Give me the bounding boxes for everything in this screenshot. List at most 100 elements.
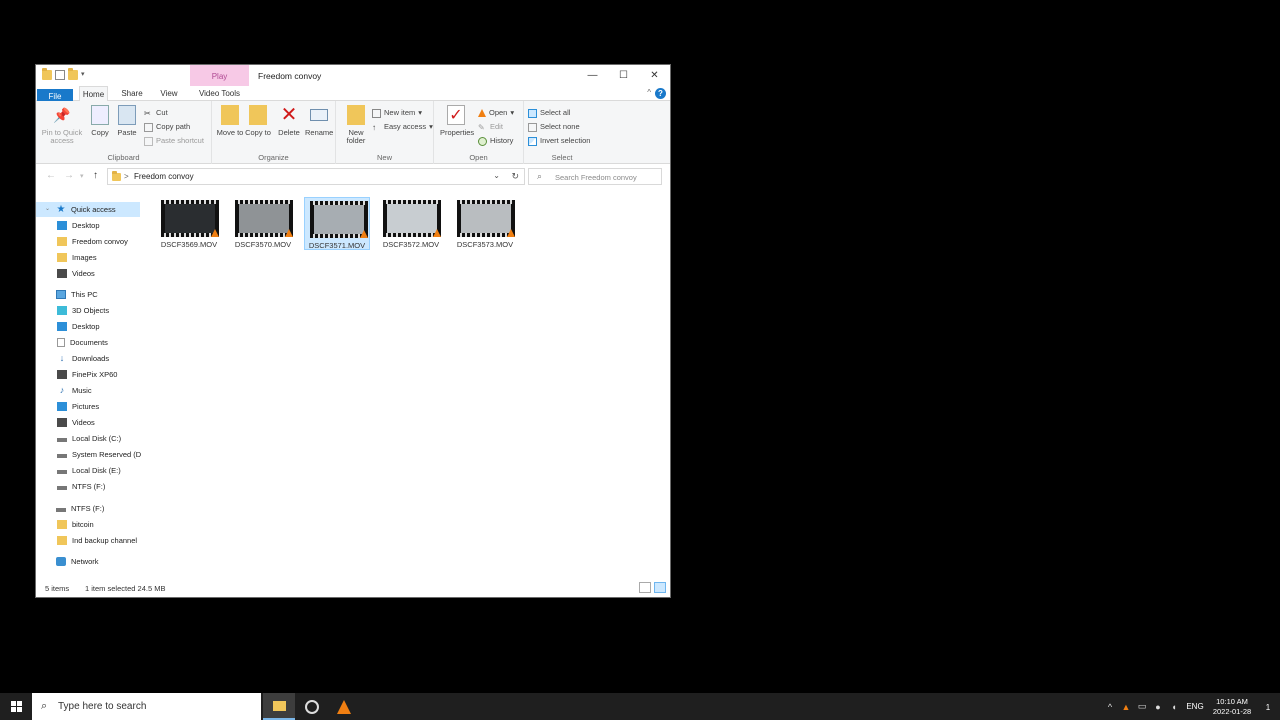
file-item[interactable]: DSCF3572.MOV xyxy=(378,197,444,250)
sidebar-item-bitcoin[interactable]: bitcoin xyxy=(57,517,94,532)
recent-dropdown-icon[interactable]: ▾ xyxy=(80,172,84,180)
back-arrow-icon[interactable]: ← xyxy=(46,170,56,181)
address-bar[interactable]: > Freedom convoy ⌄ ↻ xyxy=(107,168,525,185)
sidebar-item-desktop[interactable]: Desktop xyxy=(57,218,100,233)
delete-button[interactable]: ✕ Delete xyxy=(275,105,303,137)
sidebar-item-music[interactable]: ♪ Music xyxy=(57,383,92,398)
sidebar-item-downloads[interactable]: ↓ Downloads xyxy=(57,351,109,366)
tab-video-tools[interactable]: Video Tools xyxy=(190,86,249,101)
properties-icon[interactable] xyxy=(55,70,65,80)
taskbar-search[interactable]: ⌕ Type here to search xyxy=(32,693,261,720)
copy-path-button[interactable]: Copy path xyxy=(144,121,190,133)
pin-to-quick-access-button[interactable]: 📌 Pin to Quick access xyxy=(41,105,83,145)
select-all-button[interactable]: Select all xyxy=(528,107,570,119)
clock[interactable]: 10:10 AM 2022-01-28 xyxy=(1208,697,1256,717)
paste-button[interactable]: Paste xyxy=(113,105,141,137)
taskbar-vlc[interactable] xyxy=(328,693,360,720)
sidebar-item-images[interactable]: Images xyxy=(57,250,97,265)
drive-icon xyxy=(57,486,67,490)
sidebar-item-label: Desktop xyxy=(72,221,100,230)
move-to-button[interactable]: Move to xyxy=(216,105,244,137)
sidebar-item-label: This PC xyxy=(71,290,98,299)
select-none-button[interactable]: Select none xyxy=(528,121,580,133)
taskbar-search-input[interactable]: Type here to search xyxy=(58,701,146,712)
rename-button[interactable]: Rename xyxy=(305,105,333,137)
language-indicator[interactable]: ENG xyxy=(1182,702,1208,711)
collapse-ribbon-icon[interactable]: ^ xyxy=(647,88,651,97)
sidebar-item-ntfs-f[interactable]: NTFS (F:) xyxy=(57,479,105,494)
sidebar-item-pc-desktop[interactable]: Desktop xyxy=(57,319,100,334)
file-item[interactable]: DSCF3569.MOV xyxy=(156,197,222,250)
tab-home[interactable]: Home xyxy=(79,86,108,102)
vlc-cone-icon xyxy=(337,699,351,714)
edit-button[interactable]: ✎ Edit xyxy=(478,121,503,133)
microphone-icon[interactable]: ● xyxy=(1150,702,1166,712)
sidebar-item-local-disk-e[interactable]: Local Disk (E:) xyxy=(57,463,121,478)
copy-button[interactable]: Copy xyxy=(86,105,114,137)
search-icon: ⌕ xyxy=(41,700,48,712)
address-dropdown-icon[interactable]: ⌄ xyxy=(493,171,500,180)
select-none-icon xyxy=(528,122,537,132)
breadcrumb[interactable]: Freedom convoy xyxy=(134,172,194,181)
search-input[interactable]: Search Freedom convoy xyxy=(555,173,637,182)
large-icons-view-icon[interactable] xyxy=(654,582,666,593)
notification-center-icon[interactable]: 1 xyxy=(1256,701,1280,713)
forward-arrow-icon[interactable]: → xyxy=(64,170,74,181)
properties-button[interactable]: ✓ Properties xyxy=(440,105,474,137)
breadcrumb-separator-icon[interactable]: > xyxy=(124,172,129,181)
easy-access-label: Easy access xyxy=(384,122,427,131)
history-button[interactable]: History xyxy=(478,135,513,147)
tab-play[interactable]: Play xyxy=(190,65,249,86)
sidebar-item-documents[interactable]: Documents xyxy=(57,335,108,350)
file-item[interactable]: DSCF3571.MOV xyxy=(304,197,370,250)
paste-shortcut-button[interactable]: Paste shortcut xyxy=(144,135,204,147)
customize-toolbar-icon[interactable]: ▾ xyxy=(81,70,91,80)
search-box[interactable]: ⌕ Search Freedom convoy xyxy=(528,168,662,185)
details-view-icon[interactable] xyxy=(639,582,651,593)
vlc-tray-icon[interactable]: ▲ xyxy=(1118,702,1134,712)
up-arrow-icon[interactable]: ↑ xyxy=(93,170,98,181)
speaker-icon[interactable]: ◖ xyxy=(1166,702,1182,712)
easy-access-button[interactable]: ↑ Easy access ▾ xyxy=(372,121,433,133)
sidebar-item-quick-access[interactable]: ⌄ ★ Quick access xyxy=(36,202,140,217)
sidebar-item-pc-videos[interactable]: Videos xyxy=(57,415,95,430)
vlc-cone-icon xyxy=(285,229,293,237)
sidebar-item-freedom-convoy[interactable]: Freedom convoy xyxy=(57,234,128,249)
sidebar-item-network[interactable]: Network xyxy=(45,554,99,569)
address-row: ← → ▾ ↑ > Freedom convoy ⌄ ↻ ⌕ Search Fr… xyxy=(36,165,670,188)
tab-view[interactable]: View xyxy=(154,86,184,101)
sidebar-item-ind-backup[interactable]: Ind backup channel xyxy=(57,533,137,548)
new-item-button[interactable]: New item ▾ xyxy=(372,107,422,119)
sidebar-item-videos[interactable]: Videos xyxy=(57,266,95,281)
maximize-button[interactable]: ☐ xyxy=(608,65,639,86)
new-folder-icon[interactable] xyxy=(68,68,78,80)
copy-to-button[interactable]: Copy to xyxy=(244,105,272,137)
cut-button[interactable]: ✂ Cut xyxy=(144,107,168,119)
open-button[interactable]: Open ▾ xyxy=(478,107,514,119)
sidebar-item-this-pc[interactable]: This PC xyxy=(45,287,98,302)
new-folder-button[interactable]: New folder xyxy=(342,105,370,145)
tab-share[interactable]: Share xyxy=(116,86,148,101)
network-tray-icon[interactable]: ▭ xyxy=(1134,701,1150,712)
start-button[interactable] xyxy=(0,693,32,720)
invert-selection-button[interactable]: Invert selection xyxy=(528,135,590,147)
sidebar-item-local-disk-c[interactable]: Local Disk (C:) xyxy=(57,431,121,446)
sidebar-item-label: Documents xyxy=(70,338,108,347)
sidebar-item-finepix[interactable]: FinePix XP60 xyxy=(57,367,117,382)
windows-logo-icon xyxy=(10,701,22,712)
video-thumbnail xyxy=(161,200,219,237)
file-item[interactable]: DSCF3573.MOV xyxy=(452,197,518,250)
show-hidden-icons-icon[interactable]: ^ xyxy=(1102,702,1118,712)
sidebar-item-pictures[interactable]: Pictures xyxy=(57,399,99,414)
taskbar-file-explorer[interactable] xyxy=(263,693,295,720)
minimize-button[interactable]: — xyxy=(577,65,608,86)
refresh-icon[interactable]: ↻ xyxy=(511,171,519,182)
select-all-icon xyxy=(528,108,537,118)
close-button[interactable]: ✕ xyxy=(639,65,670,86)
sidebar-item-3d-objects[interactable]: 3D Objects xyxy=(57,303,109,318)
file-item[interactable]: DSCF3570.MOV xyxy=(230,197,296,250)
sidebar-item-ntfs[interactable]: NTFS (F:) xyxy=(45,501,104,516)
help-icon[interactable]: ? xyxy=(655,88,666,99)
sidebar-item-system-reserved[interactable]: System Reserved (D xyxy=(57,447,141,462)
taskbar-chrome[interactable] xyxy=(296,693,328,720)
